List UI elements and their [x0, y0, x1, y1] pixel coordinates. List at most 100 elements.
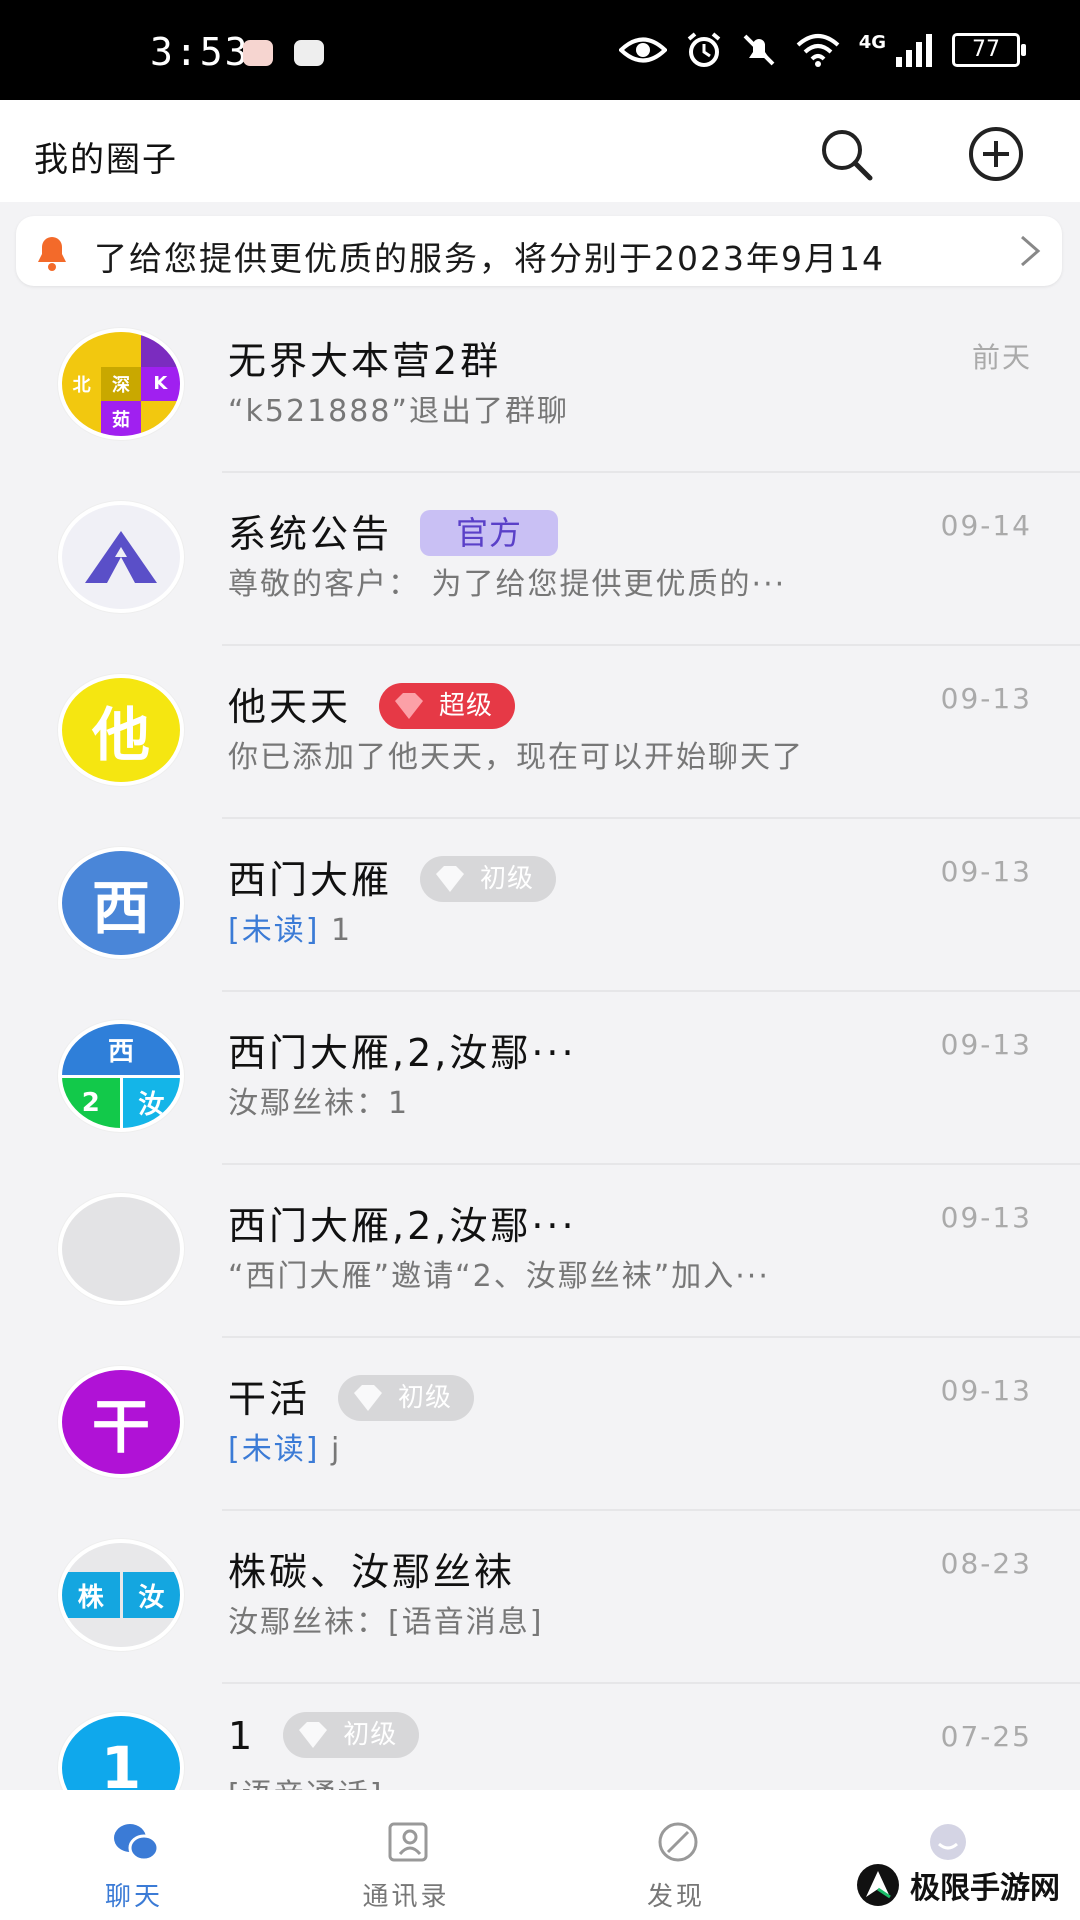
official-badge: 官方 — [420, 509, 559, 556]
tab-chat[interactable]: 聊天 — [34, 1790, 234, 1920]
super-badge: 超级 — [379, 682, 516, 729]
chat-avatar: 西2汝 — [58, 1020, 184, 1132]
unread-tag: [未读] — [228, 1432, 320, 1467]
wifi-icon — [796, 34, 840, 67]
chat-avatar: 他 — [58, 674, 184, 786]
mute-icon — [743, 34, 775, 66]
page-title: 我的圈子 — [34, 140, 178, 180]
chat-list-item[interactable]: 1 1 初级 [语音通话] 07-25 — [0, 1684, 1080, 1790]
chat-list-item[interactable]: 株汝株碳、汝鄢丝袜 汝鄢丝袜：[语音消息] 08-23 — [0, 1511, 1080, 1684]
search-button[interactable] — [818, 126, 874, 182]
avatar-grid-label: 2 — [62, 1077, 120, 1128]
plus-circle-icon — [969, 127, 1023, 181]
announcement-text: 了给您提供更优质的服务，将分别于2023年9月14 — [94, 239, 885, 278]
announcement-bar[interactable]: 了给您提供更优质的服务，将分别于2023年9月14 — [16, 216, 1062, 286]
chat-timestamp: 09-14 — [940, 509, 1032, 542]
chat-list-item[interactable]: 西 2 汝西门大雁,2,汝鄢··· 汝鄢丝袜：1 09-13 — [0, 992, 1080, 1165]
chevron-right-icon — [1021, 235, 1041, 267]
chat-list-item[interactable]: 北深 K 茹无界大本营2群 “k521888”退出了群聊 前天 — [0, 300, 1080, 473]
chat-timestamp: 09-13 — [940, 1028, 1032, 1061]
chat-avatar: 北深K茹 — [58, 328, 184, 440]
message-text: 1 — [330, 913, 353, 948]
chat-timestamp: 前天 — [971, 341, 1032, 374]
app-header: 我的圈子 — [0, 100, 1080, 202]
chat-last-message: “西门大雁”邀请“2、汝鄢丝袜”加入··· — [228, 1251, 928, 1295]
chat-name: 1 — [228, 1714, 256, 1758]
chat-timestamp: 08-23 — [940, 1547, 1032, 1580]
chat-list-item[interactable]: 他 他天天 超级 你已添加了他天天，现在可以开始聊天了 09-13 — [0, 646, 1080, 819]
chat-timestamp: 09-13 — [940, 1374, 1032, 1407]
gem-icon — [299, 1721, 328, 1748]
compass-icon — [658, 1822, 698, 1862]
chat-avatar — [58, 1193, 184, 1305]
signal-icon — [896, 34, 932, 67]
chat-name-line: 干活 初级 — [228, 1368, 475, 1425]
search-icon — [822, 130, 873, 181]
chat-name: 株碳、汝鄢丝袜 — [228, 1550, 516, 1594]
avatar-grid-label: 西 — [62, 1024, 180, 1075]
chat-name-line: 系统公告 官方 — [228, 503, 559, 560]
chat-name: 西门大雁,2,汝鄢··· — [228, 1204, 577, 1248]
tab-contacts[interactable]: 通讯录 — [306, 1790, 506, 1920]
chat-list-item[interactable]: 西 西门大雁 初级 [未读] 1 09-13 — [0, 819, 1080, 992]
message-text: [语音通话] — [228, 1778, 383, 1790]
message-text: 尊敬的客户： 为了给您提供更优质的··· — [228, 567, 787, 602]
chat-list-item[interactable]: 系统公告 官方尊敬的客户： 为了给您提供更优质的··· 09-14 — [0, 473, 1080, 646]
chat-last-message: [未读] j — [228, 1424, 928, 1468]
message-text: “西门大雁”邀请“2、汝鄢丝袜”加入··· — [228, 1259, 770, 1294]
chat-name: 无界大本营2群 — [228, 339, 502, 383]
bell-icon — [38, 237, 66, 271]
message-text: 你已添加了他天天，现在可以开始聊天了 — [228, 740, 804, 775]
network-type: 4G — [858, 31, 886, 53]
tab-label: 发现 — [646, 1882, 705, 1912]
eye-icon — [618, 37, 667, 63]
chat-timestamp: 09-13 — [940, 855, 1032, 888]
chat-name-line: 1 初级 — [228, 1711, 420, 1762]
badge-label: 初级 — [343, 1719, 398, 1750]
triangle-logo-icon — [85, 531, 157, 583]
chat-timestamp: 07-25 — [940, 1720, 1032, 1753]
message-text: j — [330, 1432, 342, 1467]
junior-badge: 初级 — [420, 855, 557, 902]
chat-last-message: [语音通话] — [228, 1770, 928, 1790]
chat-avatar: 1 — [58, 1712, 184, 1790]
chat-timestamp: 09-13 — [940, 1201, 1032, 1234]
chat-last-message: “k521888”退出了群聊 — [228, 386, 928, 430]
chat-list-item[interactable]: 干 干活 初级 [未读] j 09-13 — [0, 1338, 1080, 1511]
watermark-logo-icon — [857, 1864, 899, 1906]
status-icons: 4G 77 — [618, 30, 1026, 70]
chat-name-line: 西门大雁,2,汝鄢··· — [228, 1195, 577, 1250]
status-time: 3:53 — [150, 30, 250, 74]
chat-name-line: 西门大雁,2,汝鄢··· — [228, 1022, 577, 1077]
gem-icon — [436, 865, 465, 892]
avatar-grid-label: K — [140, 366, 180, 402]
chat-list-item[interactable]: 西门大雁,2,汝鄢··· “西门大雁”邀请“2、汝鄢丝袜”加入··· 09-13 — [0, 1165, 1080, 1338]
alarm-icon — [687, 32, 720, 67]
chat-list[interactable]: 北深 K 茹无界大本营2群 “k521888”退出了群聊 前天系统公告 官方尊敬的客户： … — [0, 300, 1080, 1790]
chat-name: 西门大雁 — [228, 858, 393, 902]
chat-name: 西门大雁,2,汝鄢··· — [228, 1031, 577, 1075]
chat-last-message: 尊敬的客户： 为了给您提供更优质的··· — [228, 559, 928, 603]
site-watermark: 极限手游网 — [856, 1855, 1060, 1915]
add-button[interactable] — [968, 126, 1024, 182]
chat-avatar: 西 — [58, 847, 184, 959]
chat-name-line: 株碳、汝鄢丝袜 — [228, 1541, 515, 1596]
chat-last-message: [未读] 1 — [228, 905, 928, 949]
avatar-initial: 1 — [100, 1734, 142, 1790]
gem-icon — [354, 1384, 383, 1411]
tab-discover[interactable]: 发现 — [576, 1790, 776, 1920]
chat-last-message: 你已添加了他天天，现在可以开始聊天了 — [228, 732, 928, 776]
chat-name: 系统公告 — [228, 512, 393, 556]
badge-label: 超级 — [439, 690, 494, 721]
avatar-initial: 西 — [91, 874, 150, 942]
junior-badge: 初级 — [283, 1711, 420, 1758]
avatar-initial: 干 — [91, 1393, 150, 1461]
chat-last-message: 汝鄢丝袜：[语音消息] — [228, 1597, 928, 1641]
message-text: “k521888”退出了群聊 — [228, 394, 569, 429]
chat-last-message: 汝鄢丝袜：1 — [228, 1078, 928, 1122]
badge-label: 初级 — [398, 1382, 453, 1413]
unread-tag: [未读] — [228, 913, 320, 948]
avatar-grid-label: 茹 — [101, 401, 141, 436]
chat-name-line: 无界大本营2群 — [228, 330, 501, 385]
status-bar: 3:53 4G 77 — [0, 0, 1080, 100]
